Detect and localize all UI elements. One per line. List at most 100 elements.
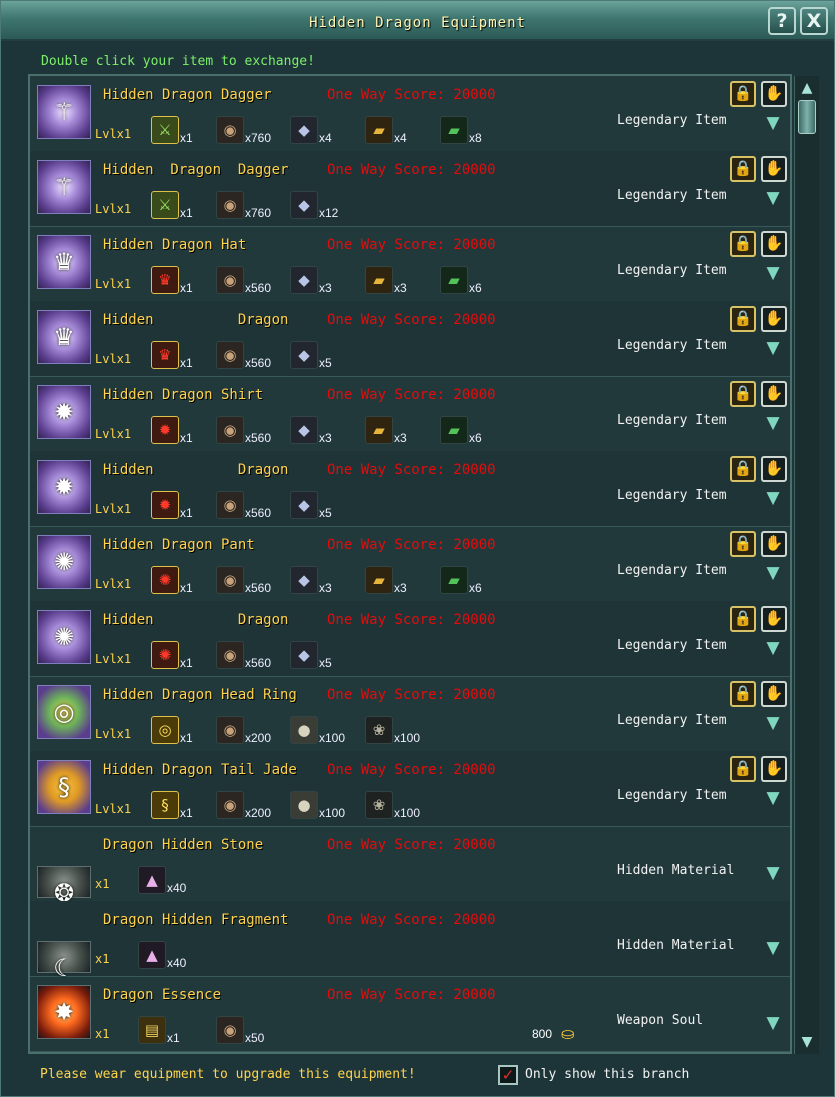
- expand-icon[interactable]: ▼: [763, 113, 783, 133]
- expand-icon[interactable]: ▼: [763, 713, 783, 733]
- item-row[interactable]: ✺ Hidden Dragon One Way Score: 20000 Lvlx1 ✺…: [30, 601, 790, 677]
- scroll-up-icon[interactable]: ▲: [797, 78, 817, 98]
- expand-icon[interactable]: ▼: [763, 938, 783, 958]
- material-qty: x560: [245, 431, 272, 445]
- material-qty: x12: [319, 206, 339, 220]
- scroll-thumb[interactable]: [798, 100, 816, 134]
- material-qty: x40: [167, 956, 187, 970]
- item-row[interactable]: ◎ Hidden Dragon Head Ring One Way Score: 2…: [30, 676, 790, 752]
- material-list: ✹ x1 ◉ x560 ◆ x5: [30, 451, 630, 526]
- expand-icon[interactable]: ▼: [763, 488, 783, 508]
- help-button[interactable]: ?: [768, 7, 796, 35]
- crystal-icon: ◆: [290, 266, 318, 294]
- hand-icon[interactable]: ✋: [761, 681, 787, 707]
- item-row[interactable]: ✹ Hidden Dragon One Way Score: 20000 Lvlx1 ✹…: [30, 451, 790, 527]
- material-qty: x1: [180, 206, 193, 220]
- crystal-icon: ◆: [290, 416, 318, 444]
- item-type: Hidden Material: [617, 938, 735, 953]
- lock-icon[interactable]: 🔒: [730, 531, 756, 557]
- hand-icon[interactable]: ✋: [761, 81, 787, 107]
- item-row[interactable]: ✺ Hidden Dragon Pant One Way Score: 20000 L…: [30, 526, 790, 602]
- item-row[interactable]: ♛ Hidden Dragon One Way Score: 20000 Lvlx1 ♛…: [30, 301, 790, 377]
- gem-icon: ▲: [138, 941, 166, 969]
- lock-icon[interactable]: 🔒: [730, 606, 756, 632]
- expand-icon[interactable]: ▼: [763, 263, 783, 283]
- only-show-branch-checkbox[interactable]: ✓: [498, 1065, 518, 1085]
- material-qty: x560: [245, 506, 272, 520]
- ore-icon: ◉: [216, 416, 244, 444]
- close-button[interactable]: X: [800, 7, 828, 35]
- hand-icon[interactable]: ✋: [761, 306, 787, 332]
- item-row[interactable]: § Hidden Dragon Tail Jade One Way Score: 2…: [30, 751, 790, 827]
- hand-icon[interactable]: ✋: [761, 456, 787, 482]
- expand-icon[interactable]: ▼: [763, 638, 783, 658]
- material-qty: x1: [180, 281, 193, 295]
- footer-note: Please wear equipment to upgrade this eq…: [40, 1067, 416, 1082]
- ore-icon: ◉: [216, 716, 244, 744]
- ore-icon: ◉: [216, 791, 244, 819]
- expand-icon[interactable]: ▼: [763, 338, 783, 358]
- lock-icon[interactable]: 🔒: [730, 81, 756, 107]
- item-type: Hidden Material: [617, 863, 735, 878]
- material-qty: x8: [469, 131, 482, 145]
- item-row[interactable]: ☾ Dragon Hidden Fragment One Way Score: 20…: [30, 901, 790, 982]
- material-list: ♛ x1 ◉ x560 ◆ x5: [30, 301, 630, 376]
- material-qty: x200: [245, 806, 272, 820]
- material-qty: x1: [180, 131, 193, 145]
- hand-icon[interactable]: ✋: [761, 756, 787, 782]
- crystal-icon: ◆: [290, 491, 318, 519]
- material-list: ✺ x1 ◉ x560 ◆ x5: [30, 601, 630, 676]
- expand-icon[interactable]: ▼: [763, 788, 783, 808]
- ore-icon: ◉: [216, 1016, 244, 1044]
- item-row[interactable]: ❂ Dragon Hidden Stone One Way Score: 20000…: [30, 826, 790, 907]
- lock-icon[interactable]: 🔒: [730, 306, 756, 332]
- item-row[interactable]: ⚚ Hidden Dragon Dagger One Way Score: 2000…: [30, 151, 790, 227]
- material-list: ✺ x1 ◉ x560 ◆ x3 ▰ x3 ▰ x6: [30, 526, 630, 601]
- hand-icon[interactable]: ✋: [761, 531, 787, 557]
- lock-icon[interactable]: 🔒: [730, 681, 756, 707]
- item-row[interactable]: ✹ Hidden Dragon Shirt One Way Score: 20000…: [30, 376, 790, 452]
- hand-icon[interactable]: ✋: [761, 156, 787, 182]
- material-qty: x3: [394, 431, 407, 445]
- title-bar[interactable]: Hidden Dragon Equipment ? X: [1, 1, 834, 41]
- material-qty: x100: [319, 731, 346, 745]
- material-qty: x200: [245, 731, 272, 745]
- hat-icon: ♛: [151, 341, 179, 369]
- item-type: Legendary Item: [617, 263, 727, 278]
- hand-icon[interactable]: ✋: [761, 231, 787, 257]
- lock-icon[interactable]: 🔒: [730, 156, 756, 182]
- hand-icon[interactable]: ✋: [761, 606, 787, 632]
- expand-icon[interactable]: ▼: [763, 413, 783, 433]
- lock-icon[interactable]: 🔒: [730, 381, 756, 407]
- expand-icon[interactable]: ▼: [763, 1013, 783, 1033]
- lock-icon[interactable]: 🔒: [730, 231, 756, 257]
- instruction-text: Double click your item to exchange!: [41, 54, 315, 69]
- dragon-stone-icon: ❀: [365, 716, 393, 744]
- price-value: 800: [532, 1027, 553, 1041]
- pant-icon: ✺: [151, 641, 179, 669]
- material-qty: x100: [394, 731, 421, 745]
- only-show-branch-label[interactable]: Only show this branch: [525, 1067, 689, 1082]
- expand-icon[interactable]: ▼: [763, 563, 783, 583]
- scrollbar[interactable]: ▲ ▼: [794, 76, 819, 1054]
- dragon-stone-icon: ❀: [365, 791, 393, 819]
- crystal-icon: ◆: [290, 641, 318, 669]
- scroll-down-icon[interactable]: ▼: [797, 1032, 817, 1052]
- material-qty: x100: [394, 806, 421, 820]
- material-qty: x560: [245, 356, 272, 370]
- lock-icon[interactable]: 🔒: [730, 456, 756, 482]
- material-qty: x3: [394, 581, 407, 595]
- expand-icon[interactable]: ▼: [763, 188, 783, 208]
- lock-icon[interactable]: 🔒: [730, 756, 756, 782]
- item-row[interactable]: ♛ Hidden Dragon Hat One Way Score: 20000 Lv…: [30, 226, 790, 302]
- item-type: Legendary Item: [617, 563, 727, 578]
- item-row[interactable]: ✸ Dragon Essence One Way Score: 20000 x1 ▤ x1…: [30, 976, 790, 1052]
- material-qty: x1: [180, 806, 193, 820]
- material-list: ⚔ x1 ◉ x760 ◆ x12: [30, 151, 630, 226]
- material-qty: x760: [245, 206, 272, 220]
- item-type: Legendary Item: [617, 713, 727, 728]
- expand-icon[interactable]: ▼: [763, 863, 783, 883]
- hand-icon[interactable]: ✋: [761, 381, 787, 407]
- material-qty: x6: [469, 281, 482, 295]
- item-row[interactable]: ⚚ Hidden Dragon Dagger One Way Score: 2000…: [30, 76, 790, 152]
